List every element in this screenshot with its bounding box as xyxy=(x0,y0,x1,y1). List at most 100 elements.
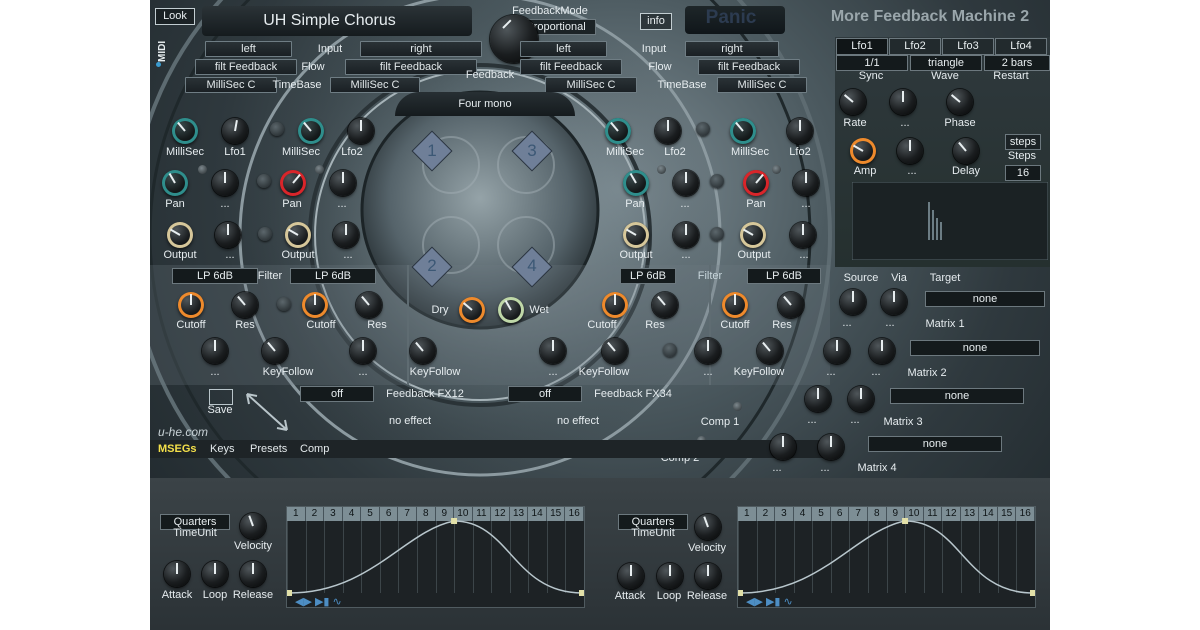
lfo-amp-knob[interactable] xyxy=(850,138,876,164)
ch2-millisec-knob[interactable] xyxy=(298,118,324,144)
ch3-millisec-knob[interactable] xyxy=(605,118,631,144)
ch2-lfo2-knob[interactable] xyxy=(348,118,374,144)
fx34-toggle[interactable]: off xyxy=(508,386,582,402)
ch3-filter-type[interactable]: LP 6dB xyxy=(620,268,676,284)
ch3-pan-mod-knob[interactable] xyxy=(673,170,699,196)
mseg2-loop-knob[interactable] xyxy=(657,563,683,589)
ch2-res-knob[interactable] xyxy=(356,292,382,318)
ch4-millisec-knob[interactable] xyxy=(730,118,756,144)
tab-lfo4[interactable]: Lfo4 xyxy=(995,38,1047,55)
ch4-keyfollow-knob[interactable] xyxy=(757,338,783,364)
ch3-keyfollow-knob[interactable] xyxy=(602,338,628,364)
mseg2-transport-icon[interactable]: ◀▶ ▶▮ ∿ xyxy=(746,596,793,607)
matrix4-target[interactable]: none xyxy=(868,436,1002,452)
dry-knob[interactable] xyxy=(459,297,485,323)
preset-name-bar[interactable]: UH Simple Chorus xyxy=(202,6,472,36)
ch4-output-knob[interactable] xyxy=(740,222,766,248)
ch3-mod-dot2[interactable] xyxy=(710,174,724,188)
mseg1-curve[interactable]: ◀▶ ▶▮ ∿ xyxy=(287,507,584,607)
matrix3-target[interactable]: none xyxy=(890,388,1024,404)
lfo-amp-mod-knob[interactable] xyxy=(897,138,923,164)
ch3-lfo2-knob[interactable] xyxy=(655,118,681,144)
info-button[interactable]: info xyxy=(640,13,672,30)
tap-2-label[interactable]: 2 xyxy=(421,257,443,274)
lfo-steps-button[interactable]: steps xyxy=(1005,134,1041,150)
mseg2-velocity-knob[interactable] xyxy=(695,514,721,540)
lfo-wave-value[interactable]: triangle xyxy=(910,55,982,71)
timebase-right-select[interactable]: MilliSec C xyxy=(330,77,420,93)
ch4-filter-type[interactable]: LP 6dB xyxy=(747,268,821,284)
save-icon[interactable] xyxy=(209,389,233,405)
ch1-mod-dot[interactable] xyxy=(270,122,284,136)
ch1-lfo1-knob[interactable] xyxy=(222,118,248,144)
ch3-mod-dot3[interactable] xyxy=(710,227,724,241)
ch1-mod-dot3[interactable] xyxy=(258,227,272,241)
lfo-wave-display[interactable] xyxy=(852,182,1048,260)
mseg2-editor[interactable]: 1 2 3 4 5 6 7 8 9 10 11 12 13 14 15 16 ◀▶ ▶▮ ∿ xyxy=(737,506,1036,608)
ch2-output-mod-knob[interactable] xyxy=(333,222,359,248)
mseg1-editor[interactable]: 1 2 3 4 5 6 7 8 9 10 11 12 13 14 15 16 ◀▶ ▶▮ ∿ xyxy=(286,506,585,608)
input-left2-select[interactable]: left xyxy=(520,41,607,57)
fx12-toggle[interactable]: off xyxy=(300,386,374,402)
input-right-select[interactable]: right xyxy=(360,41,482,57)
ch1-filter-type[interactable]: LP 6dB xyxy=(172,268,258,284)
wet-knob[interactable] xyxy=(498,297,524,323)
flow-left-select[interactable]: filt Feedback xyxy=(195,59,297,75)
ch4-res-knob[interactable] xyxy=(778,292,804,318)
mseg1-loop-knob[interactable] xyxy=(202,561,228,587)
flow-left2-select[interactable]: filt Feedback xyxy=(520,59,622,75)
look-button[interactable]: Look xyxy=(155,8,195,25)
ch3-output-knob[interactable] xyxy=(623,222,649,248)
lfo-rate-knob[interactable] xyxy=(840,89,866,115)
tap-3-label[interactable]: 3 xyxy=(521,142,543,159)
timebase-left-select[interactable]: MilliSec C xyxy=(185,77,277,93)
flow-right-select[interactable]: filt Feedback xyxy=(345,59,477,75)
ch1-cutoff-knob[interactable] xyxy=(178,292,204,318)
ch3-mod-dot[interactable] xyxy=(696,122,710,136)
ch4-cutoff-mod-knob[interactable] xyxy=(695,338,721,364)
ch2-link-dot[interactable] xyxy=(315,165,324,174)
matrix3-source-knob[interactable] xyxy=(805,386,831,412)
lfo-rate-mod-knob[interactable] xyxy=(890,89,916,115)
ch2-cutoff-knob[interactable] xyxy=(302,292,328,318)
tap-1-label[interactable]: 1 xyxy=(421,142,443,159)
fx34-effect[interactable]: no effect xyxy=(543,415,613,428)
ch3-cutoff-knob[interactable] xyxy=(602,292,628,318)
ch4-pan-mod-knob[interactable] xyxy=(793,170,819,196)
matrix1-target[interactable]: none xyxy=(925,291,1045,307)
comp1-indicator-icon[interactable] xyxy=(733,402,742,411)
timebase-right2-select[interactable]: MilliSec C xyxy=(717,77,807,93)
tab-lfo1[interactable]: Lfo1 xyxy=(836,38,888,55)
filter2-mod-dot[interactable] xyxy=(663,343,677,357)
ch4-pan-knob[interactable] xyxy=(743,170,769,196)
mode-bar[interactable]: Four mono xyxy=(395,92,575,116)
ch1-pan-mod-knob[interactable] xyxy=(212,170,238,196)
lfo-delay-knob[interactable] xyxy=(953,138,979,164)
ch3-link-dot[interactable] xyxy=(657,165,666,174)
matrix4-via-knob[interactable] xyxy=(818,434,844,460)
ch1-millisec-knob[interactable] xyxy=(172,118,198,144)
ch1-output-knob[interactable] xyxy=(167,222,193,248)
matrix2-source-knob[interactable] xyxy=(824,338,850,364)
ch2-output-knob[interactable] xyxy=(285,222,311,248)
tab-lfo2[interactable]: Lfo2 xyxy=(889,38,941,55)
mseg2-attack-knob[interactable] xyxy=(618,563,644,589)
matrix2-target[interactable]: none xyxy=(910,340,1040,356)
lfo-restart-value[interactable]: 2 bars xyxy=(984,55,1050,71)
matrix1-source-knob[interactable] xyxy=(840,289,866,315)
ch2-pan-knob[interactable] xyxy=(280,170,306,196)
flow-right2-select[interactable]: filt Feedback xyxy=(698,59,800,75)
ch3-output-mod-knob[interactable] xyxy=(673,222,699,248)
mseg1-velocity-knob[interactable] xyxy=(240,513,266,539)
filter-mod-dot[interactable] xyxy=(277,297,291,311)
ch2-keyfollow-knob[interactable] xyxy=(410,338,436,364)
ch1-mod-dot2[interactable] xyxy=(257,174,271,188)
ch1-cutoff-mod-knob[interactable] xyxy=(202,338,228,364)
lfo-sync-value[interactable]: 1/1 xyxy=(836,55,908,71)
ch1-res-knob[interactable] xyxy=(232,292,258,318)
tap-4-label[interactable]: 4 xyxy=(521,257,543,274)
mseg2-release-knob[interactable] xyxy=(695,563,721,589)
ch3-res-knob[interactable] xyxy=(652,292,678,318)
ch3-cutoff-mod-knob[interactable] xyxy=(540,338,566,364)
ch1-pan-knob[interactable] xyxy=(162,170,188,196)
